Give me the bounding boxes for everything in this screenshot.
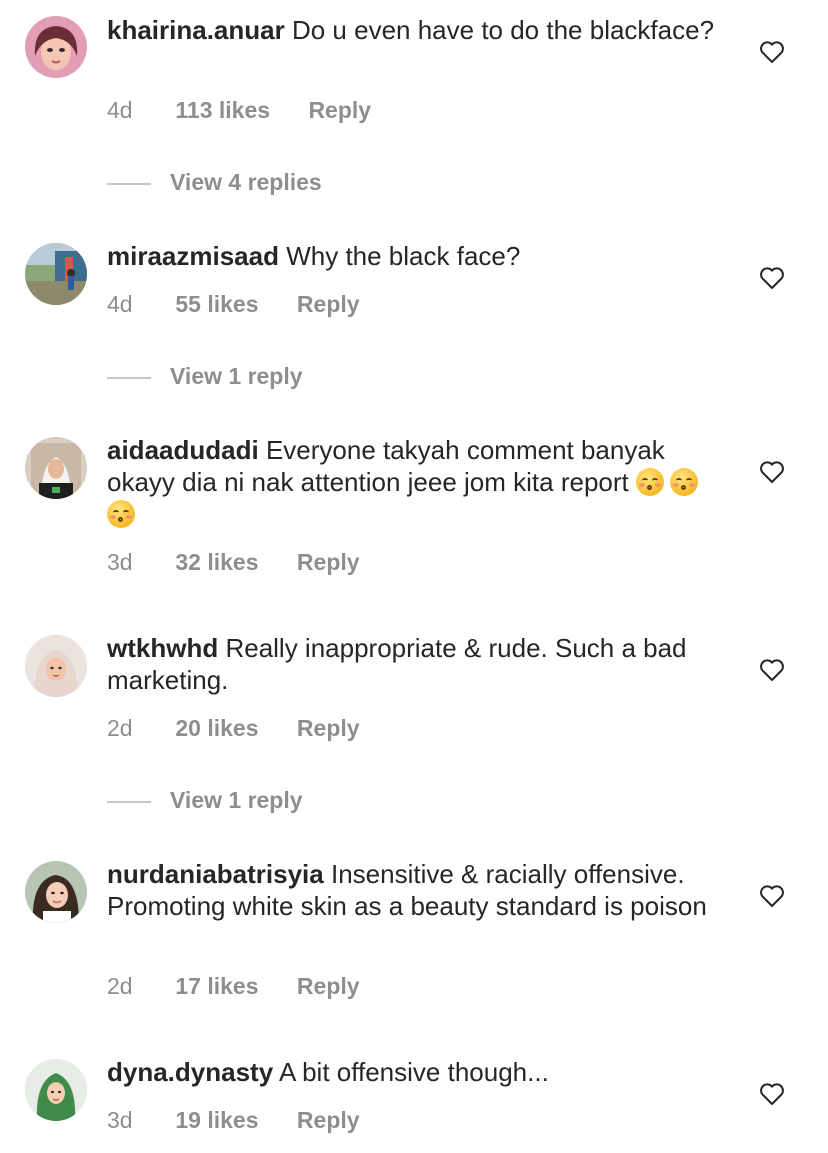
heart-outline-icon[interactable] (759, 1082, 785, 1106)
view-replies-button[interactable]: View 1 reply (107, 362, 303, 390)
kissing-face-icon (107, 500, 135, 528)
comment-time: 2d (107, 973, 133, 999)
comment-meta: 2d 17 likes Reply (107, 972, 360, 1000)
comment-meta: 4d 113 likes Reply (107, 96, 371, 124)
comment-likes[interactable]: 20 likes (175, 714, 258, 742)
heart-outline-icon[interactable] (759, 884, 785, 908)
reply-button[interactable]: Reply (297, 548, 360, 576)
comment-body: Do u even have to do the blackface? (291, 15, 715, 45)
replies-divider (107, 182, 151, 185)
comment-time: 4d (107, 97, 133, 123)
reply-button[interactable]: Reply (297, 972, 360, 1000)
comment-body: Why the black face? (286, 241, 521, 271)
view-replies-button[interactable]: View 4 replies (107, 168, 322, 196)
comment-text: aidaadudadi Everyone takyah comment bany… (107, 434, 727, 530)
view-replies-button[interactable]: View 1 reply (107, 786, 303, 814)
comment-text: miraazmisaad Why the black face? (107, 240, 727, 272)
comment-text: wtkhwhd Really inappropriate & rude. Suc… (107, 632, 727, 696)
replies-divider (107, 800, 151, 803)
comment-time: 2d (107, 715, 133, 741)
avatar[interactable] (25, 16, 87, 78)
comment-text: dyna.dynasty A bit offensive though... (107, 1056, 727, 1088)
kissing-face-icon (669, 468, 698, 496)
avatar[interactable] (25, 635, 87, 697)
comment-likes[interactable]: 19 likes (175, 1106, 258, 1134)
comment-meta: 2d 20 likes Reply (107, 714, 360, 742)
comment-username[interactable]: wtkhwhd (107, 633, 218, 663)
heart-outline-icon[interactable] (759, 266, 785, 290)
reply-button[interactable]: Reply (308, 96, 371, 124)
comment-username[interactable]: nurdaniabatrisyia (107, 859, 324, 889)
comment-meta: 3d 32 likes Reply (107, 548, 360, 576)
comment-time: 3d (107, 1107, 133, 1133)
comment-likes[interactable]: 32 likes (175, 548, 258, 576)
comment-time: 4d (107, 291, 133, 317)
view-replies-label: View 1 reply (170, 787, 303, 813)
heart-outline-icon[interactable] (759, 460, 785, 484)
comment-text: khairina.anuar Do u even have to do the … (107, 14, 727, 46)
comment-username[interactable]: aidaadudadi (107, 435, 259, 465)
avatar[interactable] (25, 243, 87, 305)
reply-button[interactable]: Reply (297, 290, 360, 318)
comment-likes[interactable]: 113 likes (175, 96, 270, 124)
avatar[interactable] (25, 1059, 87, 1121)
reply-button[interactable]: Reply (297, 714, 360, 742)
comment-text: nurdaniabatrisyia Insensitive & racially… (107, 858, 727, 922)
comment-username[interactable]: miraazmisaad (107, 241, 279, 271)
reply-button[interactable]: Reply (297, 1106, 360, 1134)
avatar[interactable] (25, 437, 87, 499)
comment-body: A bit offensive though... (278, 1057, 549, 1087)
replies-divider (107, 376, 151, 379)
comment-likes[interactable]: 17 likes (175, 972, 258, 1000)
comment-username[interactable]: dyna.dynasty (107, 1057, 273, 1087)
heart-outline-icon[interactable] (759, 40, 785, 64)
kissing-face-icon (635, 468, 664, 496)
heart-outline-icon[interactable] (759, 658, 785, 682)
comment-meta: 3d 19 likes Reply (107, 1106, 360, 1134)
view-replies-label: View 1 reply (170, 363, 303, 389)
view-replies-label: View 4 replies (170, 169, 322, 195)
comment-meta: 4d 55 likes Reply (107, 290, 360, 318)
comment-time: 3d (107, 549, 133, 575)
comment-username[interactable]: khairina.anuar (107, 15, 285, 45)
comment-likes[interactable]: 55 likes (175, 290, 258, 318)
avatar[interactable] (25, 861, 87, 923)
